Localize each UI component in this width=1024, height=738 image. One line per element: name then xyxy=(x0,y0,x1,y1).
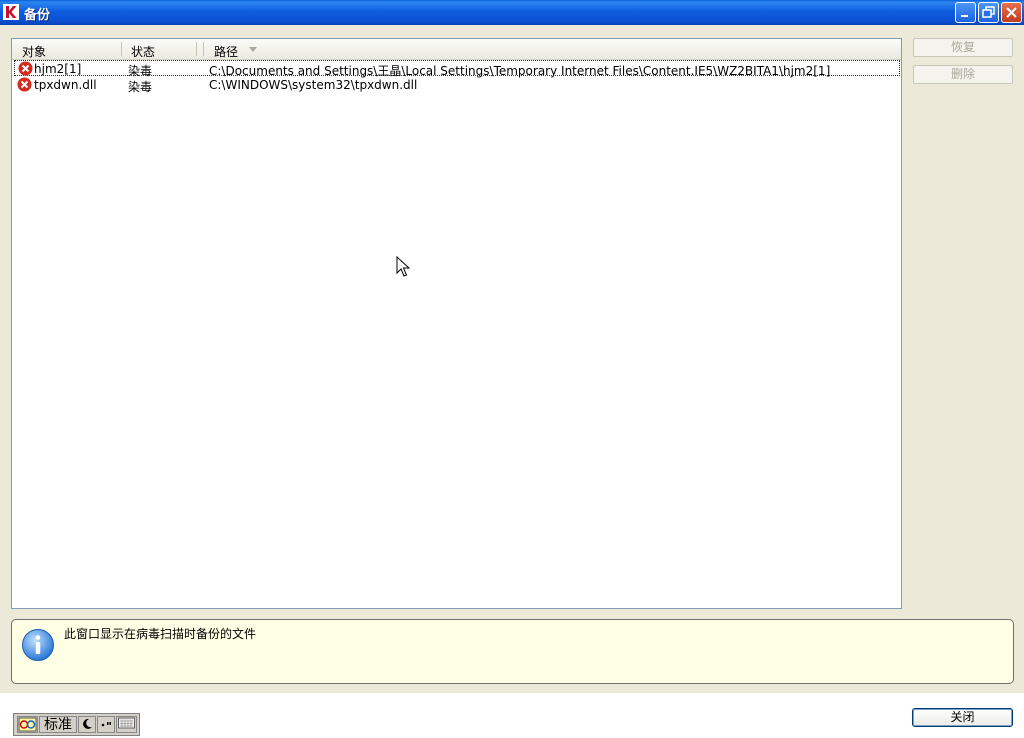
restore-icon xyxy=(982,6,995,18)
infected-icon xyxy=(18,61,33,76)
restore-button[interactable] xyxy=(978,2,999,23)
punctuation-icon[interactable] xyxy=(97,716,115,733)
row-path: C:\WINDOWS\system32\tpxdwn.dll xyxy=(209,78,418,92)
table-row[interactable]: tpxdwn.dll 染毒 C:\WINDOWS\system32\tpxdwn… xyxy=(14,77,900,94)
info-text: 此窗口显示在病毒扫描时备份的文件 xyxy=(64,627,257,641)
infected-icon xyxy=(17,77,32,92)
row-object: tpxdwn.dll xyxy=(34,78,97,92)
column-header-status[interactable]: 状态 xyxy=(131,43,155,60)
sort-descending-icon xyxy=(249,47,257,52)
minimize-button[interactable] xyxy=(955,2,976,23)
list-header: 对象 状态 路径 xyxy=(12,39,901,60)
title-bar[interactable]: 备份 xyxy=(0,0,1024,25)
soft-keyboard-icon[interactable] xyxy=(116,716,137,733)
ime-logo-icon[interactable] xyxy=(17,716,38,733)
info-panel: 此窗口显示在病毒扫描时备份的文件 xyxy=(11,619,1014,684)
delete-button[interactable]: 删除 xyxy=(913,65,1013,84)
info-icon xyxy=(22,629,54,661)
column-header-path[interactable]: 路径 xyxy=(214,43,238,60)
backup-list[interactable]: 对象 状态 路径 hjm2[1] 染毒 C:\Documents and Set… xyxy=(11,38,902,609)
kaspersky-k-icon[interactable] xyxy=(3,4,19,20)
ime-toolbar[interactable]: 标准 xyxy=(13,713,140,736)
ime-mode-label[interactable]: 标准 xyxy=(39,716,77,733)
close-window-button[interactable] xyxy=(1001,2,1022,23)
table-row[interactable]: hjm2[1] 染毒 C:\Documents and Settings\王晶\… xyxy=(14,60,900,78)
minimize-icon xyxy=(961,15,968,17)
close-button[interactable]: 关闭 xyxy=(912,708,1013,727)
column-separator[interactable] xyxy=(196,42,197,56)
row-object: hjm2[1] xyxy=(34,62,82,76)
half-width-moon-icon[interactable] xyxy=(78,716,96,733)
row-status: 染毒 xyxy=(128,80,153,94)
column-separator[interactable] xyxy=(121,42,122,56)
mouse-cursor-icon xyxy=(396,256,410,277)
restore-button[interactable]: 恢复 xyxy=(913,38,1013,57)
column-header-object[interactable]: 对象 xyxy=(22,43,46,60)
close-icon xyxy=(1006,7,1017,18)
window-title: 备份 xyxy=(24,8,51,23)
column-separator[interactable] xyxy=(203,42,204,56)
